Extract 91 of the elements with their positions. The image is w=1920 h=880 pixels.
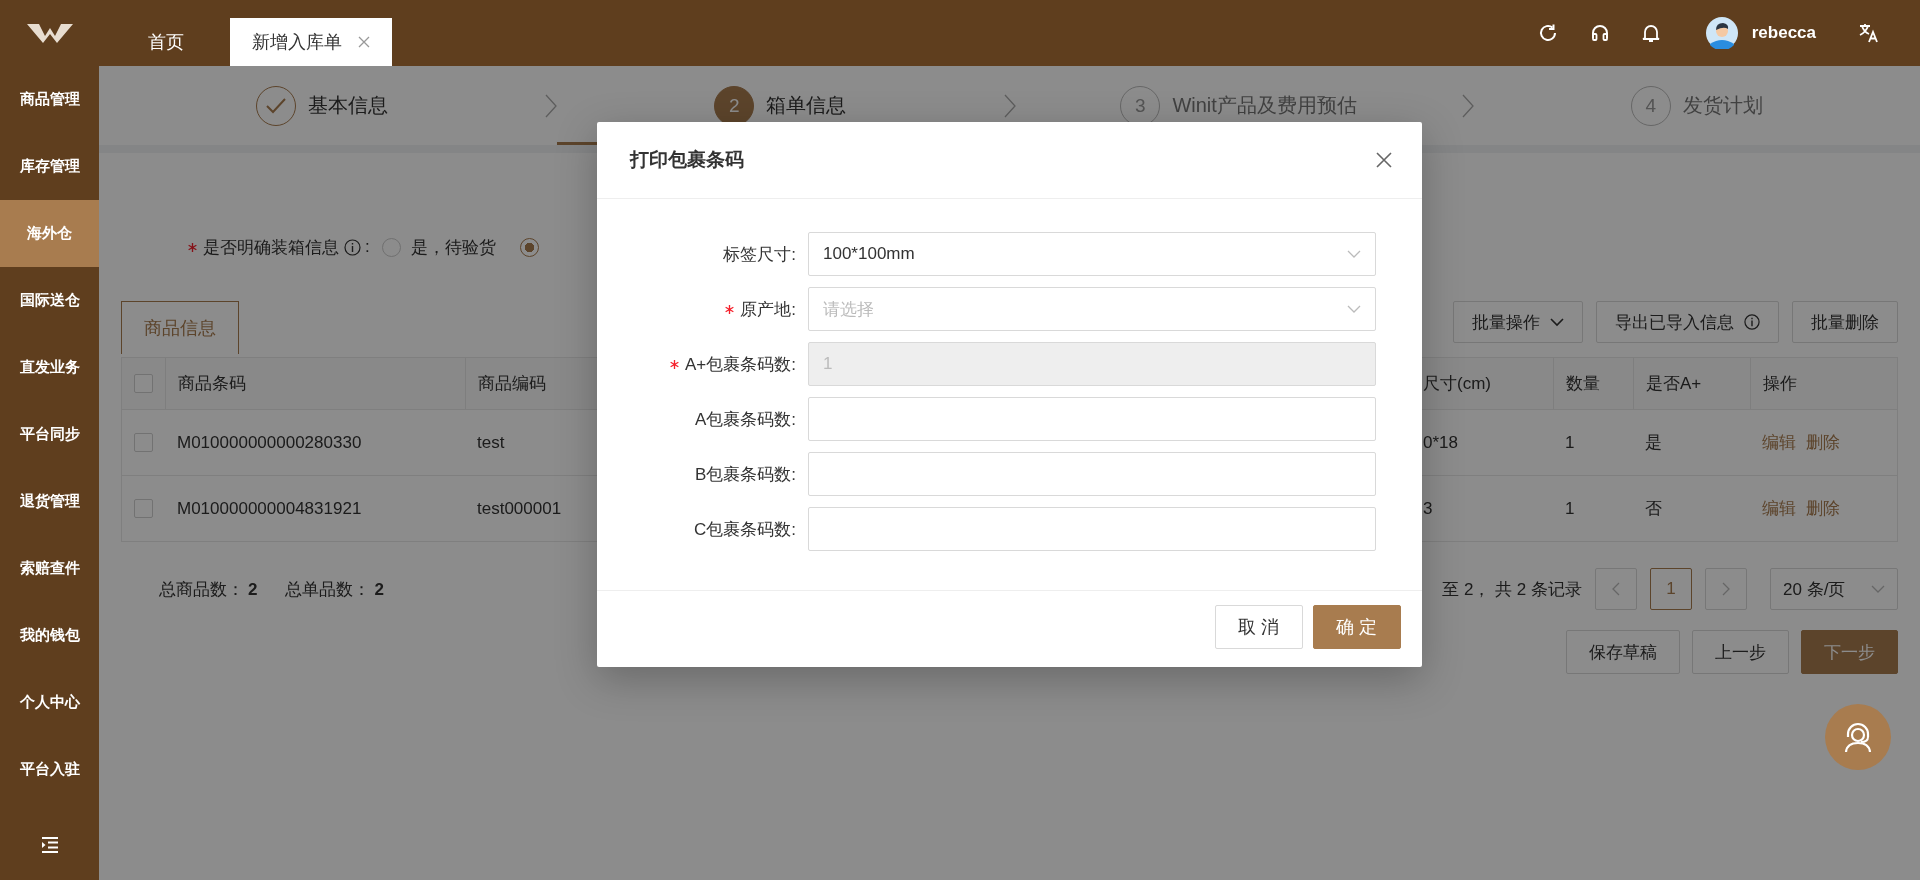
sidebar-item[interactable]: 退货管理	[0, 468, 99, 535]
dialog-button[interactable]: 取 消	[1215, 605, 1303, 649]
form-label: 是否明确装箱信息	[203, 236, 339, 259]
column-header: 商品编码	[465, 358, 590, 409]
field-label: 原产地:	[740, 298, 796, 321]
dialog-title: 打印包裹条码	[630, 148, 744, 172]
summary-text: 总单品数： 2	[285, 578, 384, 601]
table-cell-text: M010000000004831921	[176, 497, 363, 520]
column-header: 是否A+	[1633, 358, 1750, 409]
table-cell-text: test	[476, 431, 506, 454]
select-field[interactable]: 100*100mm	[808, 232, 1376, 276]
summary-text: 总商品数： 2	[159, 578, 258, 601]
logo-icon	[26, 22, 73, 44]
headset-icon[interactable]	[1589, 23, 1610, 43]
close-icon[interactable]	[1376, 152, 1392, 168]
caret-icon	[1347, 250, 1361, 258]
bell-icon[interactable]	[1641, 23, 1660, 43]
refresh-icon[interactable]	[1537, 23, 1558, 43]
sidebar-item[interactable]: 国际送仓	[0, 267, 99, 334]
action-link[interactable]: 删除	[1806, 497, 1840, 520]
chevron-icon	[1461, 93, 1474, 118]
content-tab[interactable]: 商品信息	[121, 301, 239, 354]
page-tab[interactable]: 首页	[126, 18, 206, 66]
step-label: Winit产品及费用预估	[1172, 93, 1357, 118]
toolbar-button[interactable]: 批量删除	[1792, 301, 1898, 343]
toolbar-button[interactable]: 批量操作	[1453, 301, 1583, 343]
user-name[interactable]: rebecca	[1751, 23, 1816, 43]
caret-icon	[1347, 305, 1361, 313]
page-tab[interactable]: 新增入库单	[230, 18, 392, 66]
chevron-right-icon	[1722, 582, 1730, 596]
info-icon	[1744, 314, 1760, 330]
record-range: 至 2， 共 2 条记录	[1442, 578, 1582, 601]
step-label: 发货计划	[1682, 93, 1763, 118]
action-link[interactable]: 编辑	[1762, 431, 1796, 454]
sidebar-item[interactable]: 直发业务	[0, 334, 99, 401]
column-header: 尺寸(cm)	[1422, 373, 1492, 395]
input-field[interactable]	[808, 397, 1376, 441]
input-field[interactable]	[808, 507, 1376, 551]
collapse-icon[interactable]	[40, 837, 59, 853]
avatar-icon[interactable]	[1705, 17, 1738, 49]
checkbox[interactable]	[134, 433, 153, 452]
label-colon: :	[365, 237, 370, 257]
step-label: 基本信息	[308, 93, 389, 118]
column-header: 商品条码	[165, 358, 465, 409]
sidebar-item[interactable]: 库存管理	[0, 133, 99, 200]
chevron-icon	[1003, 93, 1016, 118]
sidebar-item[interactable]: 海外仓	[0, 200, 99, 267]
close-icon[interactable]	[358, 36, 370, 48]
checkbox[interactable]	[134, 499, 153, 518]
checkbox[interactable]	[134, 374, 153, 393]
action-link[interactable]: 编辑	[1762, 497, 1796, 520]
column-header: 操作	[1750, 358, 1897, 409]
check-icon	[265, 96, 288, 115]
field-label: 标签尺寸:	[723, 243, 796, 266]
radio-label[interactable]: 是，待验货	[410, 235, 496, 259]
table-cell-text: 0*18	[1422, 431, 1459, 454]
step-label: 箱单信息	[766, 93, 847, 118]
field-label: A+包裹条码数:	[685, 353, 796, 376]
page-button[interactable]: 1	[1650, 568, 1692, 610]
table-cell-text: M010000000000280330	[176, 431, 363, 454]
info-icon[interactable]	[344, 238, 361, 256]
caret-icon	[1871, 585, 1885, 593]
input-field[interactable]	[808, 452, 1376, 496]
column-header: 数量	[1553, 358, 1633, 409]
footer-button[interactable]: 下一步	[1801, 630, 1898, 674]
sidebar-item[interactable]: 我的钱包	[0, 602, 99, 669]
sidebar-item[interactable]: 个人中心	[0, 669, 99, 736]
field-label: A包裹条码数:	[694, 408, 796, 431]
field-label: C包裹条码数:	[694, 518, 796, 541]
sidebar-item[interactable]: 平台同步	[0, 401, 99, 468]
table-cell-text: 3	[1422, 497, 1434, 520]
sidebar-item[interactable]: 索赔查件	[0, 535, 99, 602]
chevron-icon	[545, 93, 558, 118]
sidebar-item[interactable]: 平台入驻	[0, 736, 99, 803]
footer-button[interactable]: 上一步	[1692, 630, 1789, 674]
footer-button[interactable]: 保存草稿	[1566, 630, 1680, 674]
table-cell-text: 否	[1644, 498, 1663, 520]
table-cell-text: 1	[1564, 497, 1576, 520]
dialog-button[interactable]: 确 定	[1313, 605, 1401, 649]
sidebar-item[interactable]: 商品管理	[0, 66, 99, 133]
caret-icon	[1550, 317, 1564, 327]
page-size-select[interactable]: 20 条/页	[1770, 568, 1898, 610]
table-cell-text: 是	[1644, 432, 1663, 454]
chevron-left-icon	[1612, 582, 1620, 596]
action-link[interactable]: 删除	[1806, 431, 1840, 454]
toolbar-button[interactable]: 导出已导入信息	[1596, 301, 1779, 343]
table-cell-text: 1	[1564, 431, 1576, 454]
translate-icon[interactable]	[1858, 22, 1880, 44]
field-label: B包裹条码数:	[694, 463, 796, 486]
table-cell-text: test000001	[476, 497, 563, 520]
radio-button[interactable]	[519, 237, 539, 257]
